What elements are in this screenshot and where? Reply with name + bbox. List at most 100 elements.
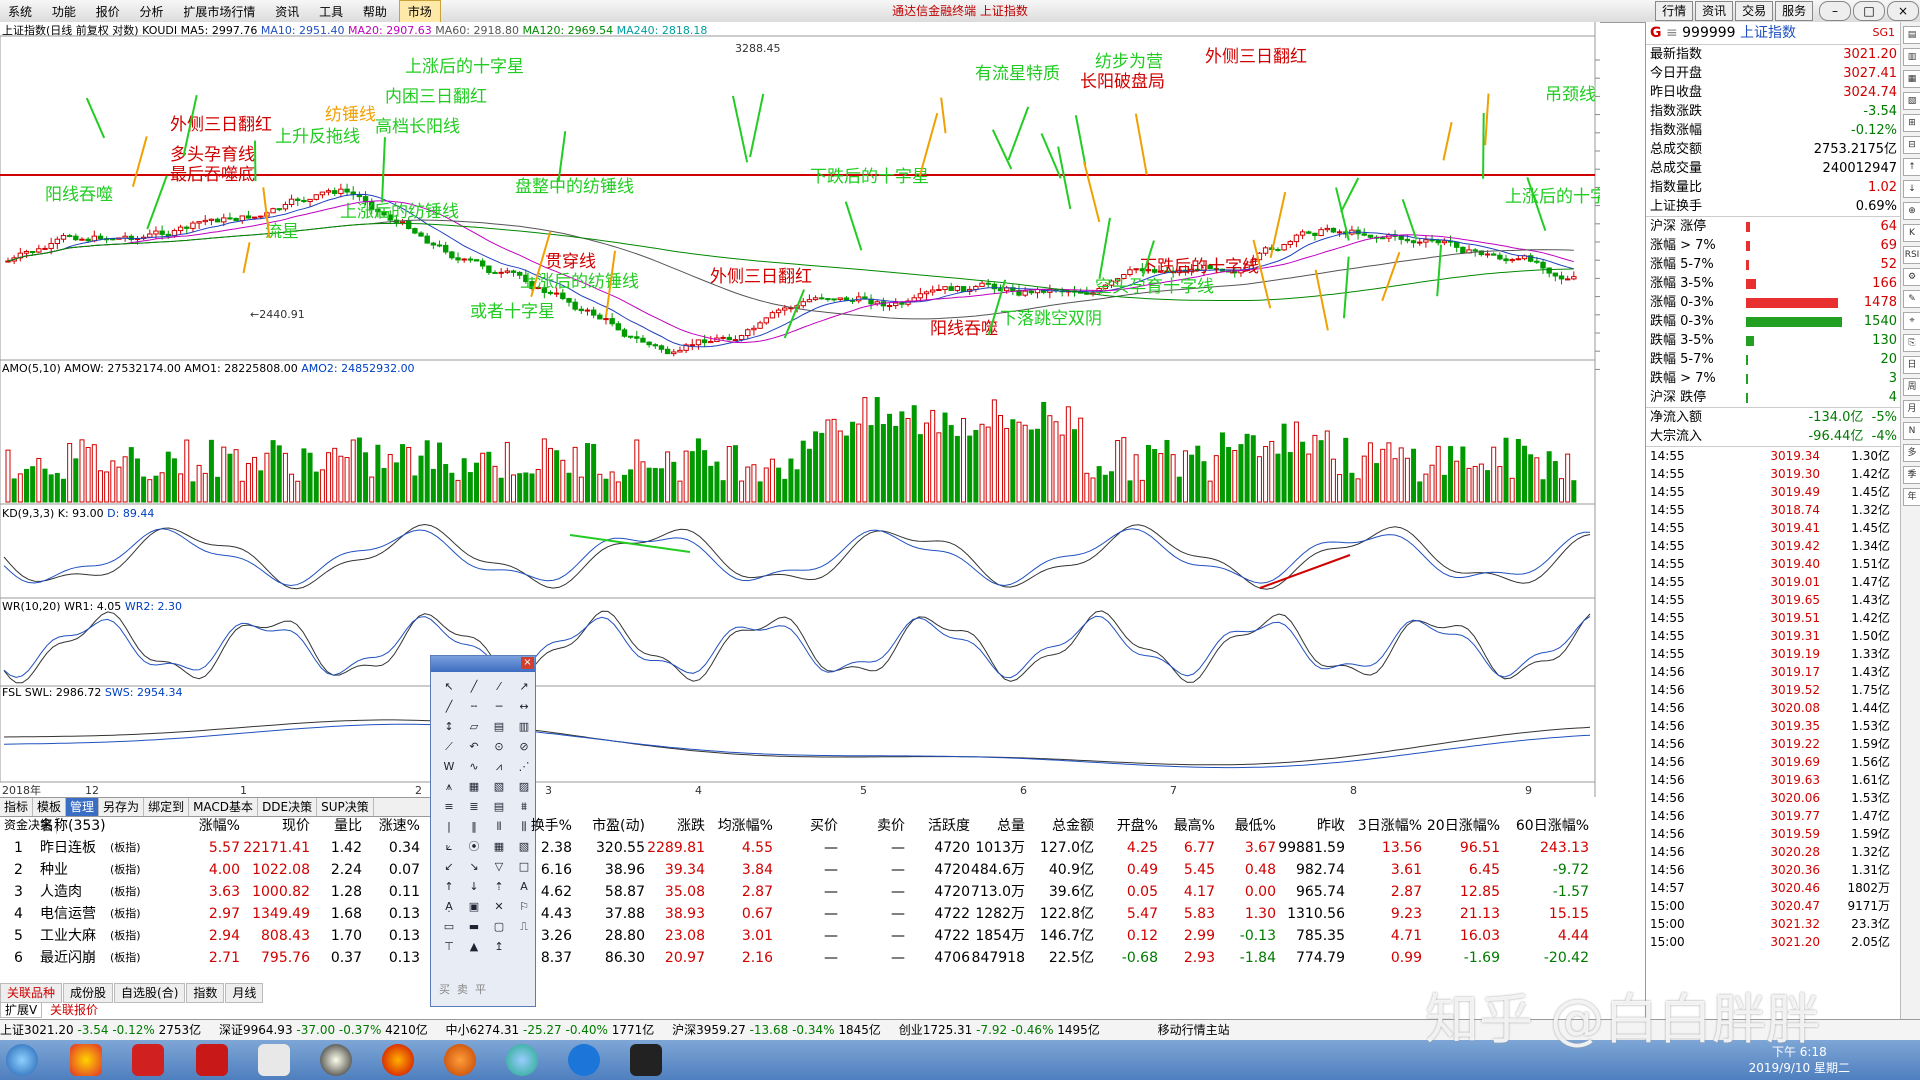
qq-icon[interactable] xyxy=(320,1044,352,1076)
side-tool-icon[interactable]: ✎ xyxy=(1903,290,1920,308)
side-tool-icon[interactable]: ⊕ xyxy=(1903,202,1920,220)
menu-item-analysis[interactable]: 分析 xyxy=(132,1,172,23)
side-tool-icon[interactable]: 多 xyxy=(1903,444,1920,462)
draw-tool-icon[interactable]: ▤ xyxy=(489,718,509,735)
status-index[interactable]: 深证9964.93 -37.00 -0.37% 4210亿 xyxy=(219,1023,432,1037)
side-tool-icon[interactable]: 年 xyxy=(1903,488,1920,506)
expand-tab[interactable]: 扩展V xyxy=(0,1002,43,1018)
column-header[interactable]: 总量 xyxy=(997,815,1025,837)
related-quote-tab[interactable]: 关联报价 xyxy=(46,1003,102,1017)
status-index[interactable]: 创业1725.31 -7.92 -0.46% 1495亿 xyxy=(899,1023,1104,1037)
indicator-tab[interactable]: SUP决策 xyxy=(317,798,374,816)
column-header[interactable]: 昨收 xyxy=(1317,815,1345,837)
column-header[interactable]: 总金额 xyxy=(1052,815,1094,837)
side-tool-icon[interactable]: 季 xyxy=(1903,466,1920,484)
menu-item-ext-market[interactable]: 扩展市场行情 xyxy=(175,1,263,23)
draw-tool-icon[interactable]: ↗ xyxy=(514,678,534,695)
side-tool-icon[interactable]: ▧ xyxy=(1903,92,1920,110)
status-index[interactable]: 上证3021.20 -3.54 -0.12% 2753亿 xyxy=(0,1023,205,1037)
side-tool-icon[interactable]: 月 xyxy=(1903,400,1920,418)
side-tool-icon[interactable]: RSI xyxy=(1903,246,1920,264)
indicator-tab[interactable]: 模板 xyxy=(33,798,67,816)
indicator-tab[interactable]: MACD基本 xyxy=(189,798,259,816)
start-icon[interactable] xyxy=(6,1044,38,1076)
column-header[interactable]: 现价 xyxy=(282,815,310,837)
side-tool-icon[interactable]: ↑ xyxy=(1903,158,1920,176)
minimize-icon[interactable]: – xyxy=(1819,1,1851,21)
draw-tool-icon[interactable]: ▧ xyxy=(489,778,509,795)
table-row[interactable]: 3 人造肉 (板指) 3.63 1000.82 1.28 0.11 4.62 58.87 35.0… xyxy=(0,881,1640,903)
column-header[interactable]: 3日涨幅% xyxy=(1358,815,1422,837)
menu-item-help[interactable]: 帮助 xyxy=(355,1,395,23)
status-index[interactable]: 沪深3959.27 -13.68 -0.34% 1845亿 xyxy=(672,1023,885,1037)
flash-icon[interactable] xyxy=(444,1044,476,1076)
quote-button[interactable]: 行情 xyxy=(1655,1,1694,21)
column-header[interactable]: 换手% xyxy=(531,815,572,837)
tdx-icon[interactable] xyxy=(132,1044,164,1076)
draw-tool-icon[interactable]: ∿ xyxy=(464,758,484,775)
column-header[interactable]: 最低% xyxy=(1235,815,1276,837)
draw-tool-icon[interactable]: ╱ xyxy=(439,698,459,715)
kline-chart-area[interactable]: 3272321831653111305730042950289628432789… xyxy=(0,22,1600,797)
menu-icon[interactable]: ≡ xyxy=(1666,25,1678,41)
bottom-tab[interactable]: 关联品种 xyxy=(0,983,63,1003)
side-tool-icon[interactable]: ▦ xyxy=(1903,70,1920,88)
draw-tool-icon[interactable]: ↖ xyxy=(439,678,459,695)
trade-button[interactable]: 交易 xyxy=(1735,1,1774,21)
side-tool-icon[interactable]: N xyxy=(1903,422,1920,440)
bottom-tab[interactable]: 月线 xyxy=(225,983,264,1003)
draw-tool-icon[interactable]: ≣ xyxy=(464,798,484,815)
draw-tool-icon[interactable]: ≡ xyxy=(439,798,459,815)
close-icon[interactable]: × xyxy=(1887,1,1919,21)
side-tool-icon[interactable]: ⚙ xyxy=(1903,268,1920,286)
side-tool-icon[interactable]: ⌖ xyxy=(1903,312,1920,330)
pk-game-icon[interactable] xyxy=(630,1044,662,1076)
bottom-tab[interactable]: 成份股 xyxy=(63,983,114,1003)
column-header[interactable]: 60日涨幅% xyxy=(1516,815,1589,837)
side-tool-icon[interactable]: ⎘ xyxy=(1903,334,1920,352)
draw-tool-icon[interactable]: ▥ xyxy=(514,718,534,735)
menu-item-tools[interactable]: 工具 xyxy=(311,1,351,23)
status-server[interactable]: 移动行情主站 xyxy=(1158,1023,1230,1037)
draw-tool-icon[interactable]: ╱ xyxy=(464,678,484,695)
table-row[interactable]: 4 电信运营 (板指) 2.97 1349.49 1.68 0.13 4.43 37.88 38.… xyxy=(0,903,1640,925)
column-header[interactable]: 开盘% xyxy=(1117,815,1158,837)
draw-tool-icon[interactable]: ⩘ xyxy=(489,758,509,775)
column-header[interactable]: 卖价 xyxy=(877,815,905,837)
maximize-icon[interactable]: □ xyxy=(1853,1,1885,21)
column-header[interactable]: 名称(353) xyxy=(40,815,106,837)
column-header[interactable]: 涨幅% xyxy=(199,815,240,837)
column-header[interactable]: 均涨幅% xyxy=(718,815,773,837)
draw-tool-icon[interactable]: ▦ xyxy=(464,778,484,795)
draw-tool-icon[interactable]: ▨ xyxy=(514,778,534,795)
draw-tool-icon[interactable]: ⩩ xyxy=(514,798,534,815)
bottom-tab[interactable]: 指数 xyxy=(186,983,225,1003)
side-tool-icon[interactable]: 日 xyxy=(1903,356,1920,374)
kline-chart-svg[interactable]: 3272321831653111305730042950289628432789… xyxy=(0,22,1600,797)
column-header[interactable]: 活跃度 xyxy=(928,815,970,837)
draw-tool-icon[interactable]: ↕ xyxy=(439,718,459,735)
news-button[interactable]: 资讯 xyxy=(1695,1,1734,21)
table-row[interactable]: 2 种业 (板指) 4.00 1022.08 2.24 0.07 6.16 38.96 39.34… xyxy=(0,859,1640,881)
draw-tool-icon[interactable]: ⁄ xyxy=(489,678,509,695)
tick-list[interactable]: 14:55 3019.34 1.30亿 14:55 3019.30 1.42亿 14:55 3… xyxy=(1646,446,1901,951)
side-tool-icon[interactable]: K xyxy=(1903,224,1920,242)
side-tool-icon[interactable]: ▥ xyxy=(1903,48,1920,66)
side-tool-icon[interactable]: 周 xyxy=(1903,378,1920,396)
indicator-tab[interactable]: DDE决策 xyxy=(258,798,318,816)
draw-tool-icon[interactable]: ↶ xyxy=(464,738,484,755)
status-index[interactable]: 中小6274.31 -25.27 -0.40% 1771亿 xyxy=(446,1023,659,1037)
column-header[interactable]: 涨跌 xyxy=(677,815,705,837)
side-tool-icon[interactable]: ↓ xyxy=(1903,180,1920,198)
menu-item-market[interactable]: 市场 xyxy=(398,0,441,24)
draw-tool-icon[interactable]: ↔ xyxy=(514,698,534,715)
chrome-icon[interactable] xyxy=(70,1044,102,1076)
toolbox-close-icon[interactable]: × xyxy=(521,657,534,669)
indicator-tab[interactable]: 指标 xyxy=(0,798,34,816)
game-icon[interactable] xyxy=(382,1044,414,1076)
service-button[interactable]: 服务 xyxy=(1775,1,1814,21)
table-row[interactable]: 5 工业大麻 (板指) 2.94 808.43 1.70 0.13 3.26 28.80 23.0… xyxy=(0,925,1640,947)
menu-item-quote[interactable]: 报价 xyxy=(88,1,128,23)
draw-tool-icon[interactable]: W xyxy=(439,758,459,775)
tdx-app-icon[interactable] xyxy=(196,1044,228,1076)
